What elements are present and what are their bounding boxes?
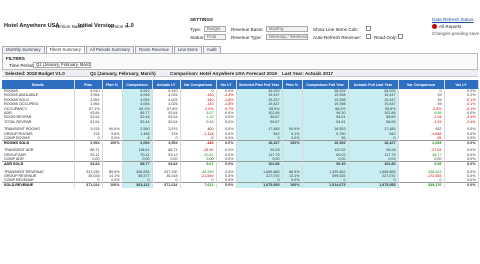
- table-cell: 0.0%: [216, 182, 237, 188]
- show-line-items-label: Show Line Items Calc:: [313, 27, 359, 32]
- user-name: Hotel Anywhere USA: [4, 23, 60, 29]
- table-cell: 371,024: [152, 182, 181, 188]
- data-refresh-link[interactable]: Data Refresh Status: [432, 17, 473, 22]
- auto-refresh-checkbox[interactable]: [366, 34, 371, 39]
- selected-version: Selected: 2018 Budget V1.0: [5, 71, 65, 76]
- table-cell: 0.0%: [444, 182, 479, 188]
- column-header[interactable]: Var LY: [216, 80, 237, 89]
- table-cell: 7,612: [180, 182, 217, 188]
- summary-table: Details Plan Plan % Comparison Actuals LY Var…: [2, 80, 479, 188]
- time-period-label: Time Period:: [9, 63, 35, 68]
- time-period-select[interactable]: Q1 (January, February, March): [33, 62, 91, 68]
- app-header: Hotel Anywhere USA Version Name: Initial…: [0, 0, 480, 44]
- read-only-label: Read-Only:: [374, 35, 398, 40]
- status-label: Status:: [190, 35, 205, 40]
- table-header-row: Details Plan Plan % Comparison Actuals LY Var…: [2, 80, 479, 89]
- table-cell: 1,975,955: [236, 182, 283, 188]
- revenue-basis-select[interactable]: Monthly: [266, 26, 308, 32]
- row-label: SOLD REVENUE: [2, 182, 75, 188]
- tab-filters-summary[interactable]: Filters Summary: [45, 46, 85, 53]
- alert-icon: [432, 24, 437, 29]
- changes-pending-text: Changes pending save: [432, 31, 479, 36]
- revenue-basis-label: Revenue Basis:: [231, 27, 264, 32]
- column-header[interactable]: Comparison: [122, 80, 153, 89]
- table-row: SOLD REVENUE 371,024 100% 363,412 371,024 7,6…: [2, 182, 479, 188]
- table-cell: 371,024: [74, 182, 103, 188]
- settings-title: SETTINGS: [190, 17, 213, 22]
- report-tabs: Monthly Summary Filters Summary All Peri…: [2, 46, 221, 53]
- show-line-items-checkbox[interactable]: [366, 26, 371, 31]
- column-header[interactable]: Actuals Full Last Year: [348, 80, 399, 89]
- column-header[interactable]: Var Comparison: [398, 80, 445, 89]
- column-header[interactable]: Var Comparison: [180, 80, 217, 89]
- column-header[interactable]: Selected Plan Full Year: [236, 80, 283, 89]
- summary-line: Selected: 2018 Budget V1.0 Q1 (January, …: [2, 70, 478, 77]
- tab-monthly-summary[interactable]: Monthly Summary: [2, 46, 45, 53]
- table-cell: 100%: [102, 182, 123, 188]
- column-header[interactable]: Var LY: [444, 80, 479, 89]
- table-cell: 100%: [282, 182, 303, 188]
- status-select[interactable]: Final: [204, 34, 226, 40]
- revenue-type-select[interactable]: Weekday / Weekend: [266, 34, 308, 40]
- table-cell: 1,514,675: [302, 182, 349, 188]
- selected-period: Q1 (January, February, March): [90, 71, 156, 76]
- filters-title: FILTERS: [6, 56, 25, 61]
- read-only-checkbox[interactable]: [398, 34, 403, 39]
- column-header[interactable]: Plan: [74, 80, 103, 89]
- column-header[interactable]: Actuals LY: [152, 80, 181, 89]
- all-reports-link[interactable]: All Reports: [439, 24, 461, 29]
- type-select[interactable]: Budget: [204, 26, 226, 32]
- table-cell: 363,412: [122, 182, 153, 188]
- auto-refresh-label: Auto-Refresh Revenue:: [313, 35, 362, 40]
- comparison-version: Comparison: Hotel Anywhere USA Forecast …: [170, 71, 277, 76]
- revenue-type-label: Revenue Type:: [231, 35, 262, 40]
- column-header[interactable]: Plan %: [102, 80, 123, 89]
- last-year-version: Last Year: Actuals 2017: [282, 71, 334, 76]
- table-cell: 1,975,955: [348, 182, 399, 188]
- version-number: 1.0: [126, 23, 134, 29]
- tab-audit[interactable]: Audit: [202, 46, 221, 53]
- tab-all-periods-summary[interactable]: All Periods Summary: [85, 46, 135, 53]
- tab-line-items[interactable]: Line Items: [173, 46, 202, 53]
- column-header[interactable]: Details: [2, 80, 75, 89]
- column-header[interactable]: Plan %: [282, 80, 303, 89]
- filters-panel: FILTERS Time Period: Q1 (January, Februa…: [2, 53, 478, 70]
- column-header[interactable]: Comparison Full Year: [302, 80, 349, 89]
- type-label: Type:: [190, 27, 202, 32]
- tab-room-revenue[interactable]: Room Revenue: [135, 46, 173, 53]
- table-cell: 339,176: [398, 182, 445, 188]
